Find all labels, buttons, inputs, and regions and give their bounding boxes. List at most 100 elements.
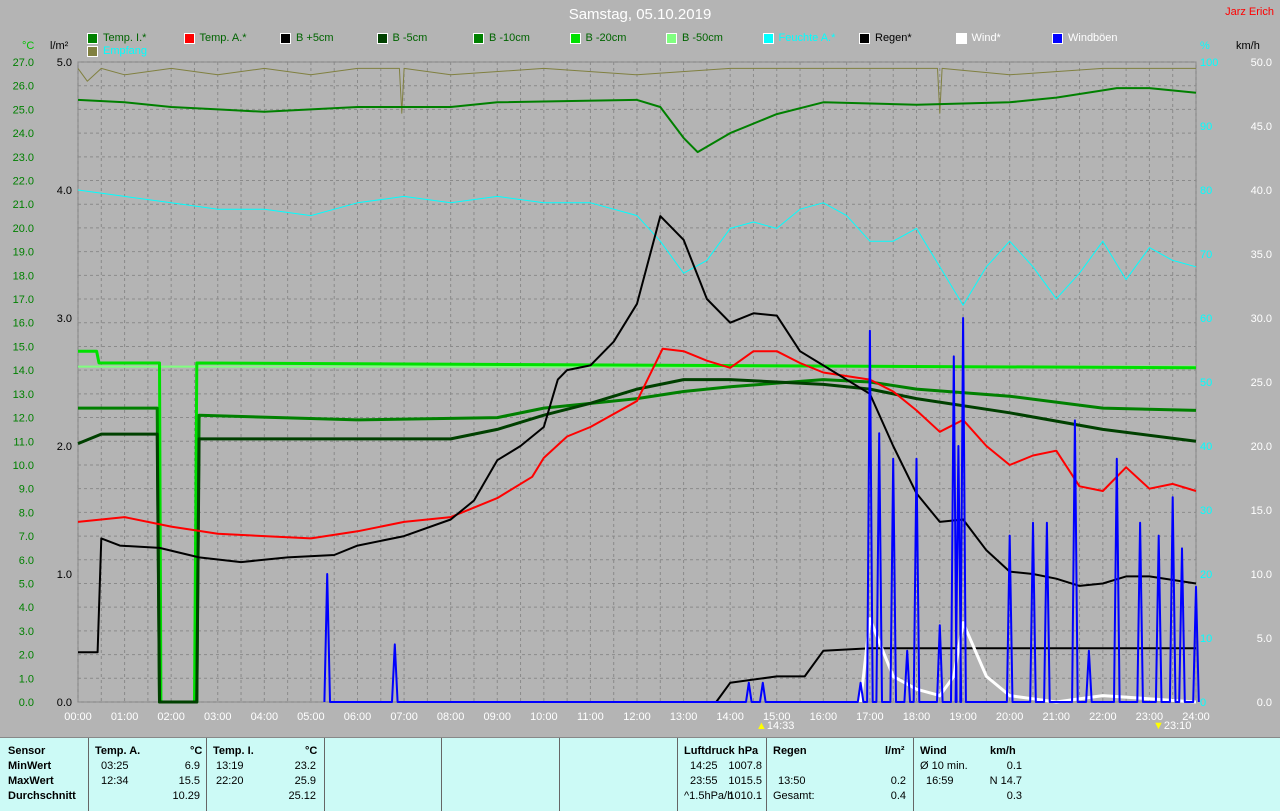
tick-label-wind: 40.0: [1251, 185, 1272, 197]
wind-avg: 0.3: [1006, 790, 1022, 802]
tick-label-celsius: 13.0: [13, 389, 34, 401]
sunset-marker: ▼23:10: [1153, 720, 1192, 732]
axis-unit-humidity: %: [1200, 40, 1210, 52]
tick-label-humidity: 30: [1200, 505, 1212, 517]
tick-label-wind: 30.0: [1251, 313, 1272, 325]
tick-label-celsius: 23.0: [13, 152, 34, 164]
tick-label-celsius: 21.0: [13, 199, 34, 211]
legend-item: Temp. A.*: [183, 32, 247, 44]
axis-unit-wind: km/h: [1236, 40, 1260, 52]
tick-label-celsius: 11.0: [13, 436, 34, 448]
luft-unit: hPa: [738, 745, 759, 757]
tick-label-time: 05:00: [297, 711, 325, 723]
legend-label: Wind*: [971, 32, 1001, 44]
regen-total: 0.4: [890, 790, 906, 802]
axis-unit-rain: l/m²: [50, 40, 69, 52]
tick-label-celsius: 4.0: [19, 602, 34, 614]
axis-unit-celsius: °C: [22, 40, 35, 52]
tick-label-time: 00:00: [64, 711, 92, 723]
tempA-max-time: 12:34: [101, 775, 129, 787]
legend-swatch: [762, 32, 774, 44]
tick-label-humidity: 60: [1200, 313, 1212, 325]
tick-label-celsius: 10.0: [13, 460, 34, 472]
tick-label-wind: 0.0: [1257, 697, 1272, 709]
tick-label-time: 01:00: [111, 711, 139, 723]
legend-label: Regen*: [875, 32, 912, 44]
luft-min-time: 14:25: [690, 760, 718, 772]
regen-total-label: Gesamt:: [773, 790, 815, 802]
tick-label-humidity: 80: [1200, 185, 1212, 197]
tick-label-celsius: 17.0: [13, 294, 34, 306]
tempI-min-value: 23.2: [294, 760, 316, 772]
row-min: MinWert: [8, 760, 52, 772]
tick-label-humidity: 10: [1200, 633, 1212, 645]
tick-label-rain: 2.0: [57, 441, 72, 453]
legend-item: Wind*: [955, 32, 1001, 44]
tick-label-wind: 35.0: [1251, 249, 1272, 261]
tick-label-celsius: 19.0: [13, 247, 34, 259]
tick-label-wind: 20.0: [1251, 441, 1272, 453]
tick-label-humidity: 40: [1200, 441, 1212, 453]
luft-min-value: 1007.8: [728, 760, 762, 772]
legend-item: Empfang: [87, 45, 147, 57]
luft-max-value: 1015.5: [728, 775, 762, 787]
wind-avg10-value: 0.1: [1006, 760, 1022, 772]
legend-swatch: [955, 32, 967, 44]
tick-label-celsius: 27.0: [13, 57, 34, 69]
tick-label-time: 11:00: [577, 711, 604, 723]
tick-label-humidity: 50: [1200, 377, 1212, 389]
legend-item: B -50cm: [666, 32, 723, 44]
tick-label-celsius: 16.0: [13, 318, 34, 330]
tempA-unit: °C: [190, 745, 203, 757]
wind-unit: km/h: [990, 745, 1016, 757]
wind-max-value: N 14.7: [989, 775, 1022, 787]
tick-label-time: 13:00: [670, 711, 698, 723]
tick-label-humidity: 0: [1200, 697, 1206, 709]
tick-label-wind: 25.0: [1251, 377, 1272, 389]
wind-max-time: 16:59: [926, 775, 954, 787]
weather-chart: 0.0 1.0 2.0 3.0 4.0 5.0 6.0 7.0 8.0 9.0 10.0 11.0 12…: [13, 57, 1272, 723]
tick-label-celsius: 6.0: [19, 555, 34, 567]
regen-max-value: 0.2: [890, 775, 906, 787]
tick-label-wind: 50.0: [1251, 57, 1272, 69]
legend-label: Empfang: [103, 45, 148, 57]
legend-item: B -5cm: [376, 32, 428, 44]
header-sensor: Sensor: [8, 745, 46, 757]
regen-max-time: 13:50: [778, 775, 806, 787]
tick-label-celsius: 1.0: [19, 673, 34, 685]
wind-header: Wind: [920, 745, 947, 757]
legend-item: B -20cm: [569, 32, 626, 44]
legend-label: Windböen: [1068, 32, 1118, 44]
tick-label-humidity: 70: [1200, 249, 1212, 261]
tick-label-celsius: 15.0: [13, 341, 34, 353]
legend-label: B -10cm: [489, 32, 530, 44]
legend-swatch: [473, 32, 484, 44]
tick-label-celsius: 25.0: [13, 104, 34, 116]
legend-label: B -5cm: [392, 32, 428, 44]
sun-icon: ▼: [1153, 720, 1164, 732]
tempA-min-value: 6.9: [184, 760, 200, 772]
legend-label: Temp. I.*: [103, 32, 147, 44]
legend-label: B -50cm: [682, 32, 723, 44]
tick-label-celsius: 7.0: [19, 531, 34, 543]
tempI-max-value: 25.9: [294, 775, 316, 787]
tick-label-time: 14:00: [716, 711, 744, 723]
tick-label-celsius: 18.0: [13, 270, 34, 282]
legend-swatch: [183, 32, 195, 44]
tick-label-time: 18:00: [903, 711, 931, 723]
legend-item: Regen*: [859, 32, 912, 44]
legend-label: Temp. A.*: [199, 32, 247, 44]
tick-label-celsius: 22.0: [13, 176, 34, 188]
tick-label-time: 02:00: [157, 711, 185, 723]
tick-label-time: 09:00: [483, 711, 511, 723]
luft-avg: 1010.1: [728, 790, 762, 802]
tick-label-wind: 15.0: [1251, 505, 1272, 517]
tick-label-time: 04:00: [251, 711, 279, 723]
tempI-min-time: 13:19: [216, 760, 244, 772]
tick-label-celsius: 8.0: [19, 507, 34, 519]
wind-avg10-label: Ø 10 min.: [920, 760, 968, 772]
legend-swatch: [376, 32, 388, 44]
legend-label: Feuchte A.*: [778, 32, 836, 44]
tempA-avg: 10.29: [172, 790, 200, 802]
tick-label-rain: 3.0: [57, 313, 72, 325]
